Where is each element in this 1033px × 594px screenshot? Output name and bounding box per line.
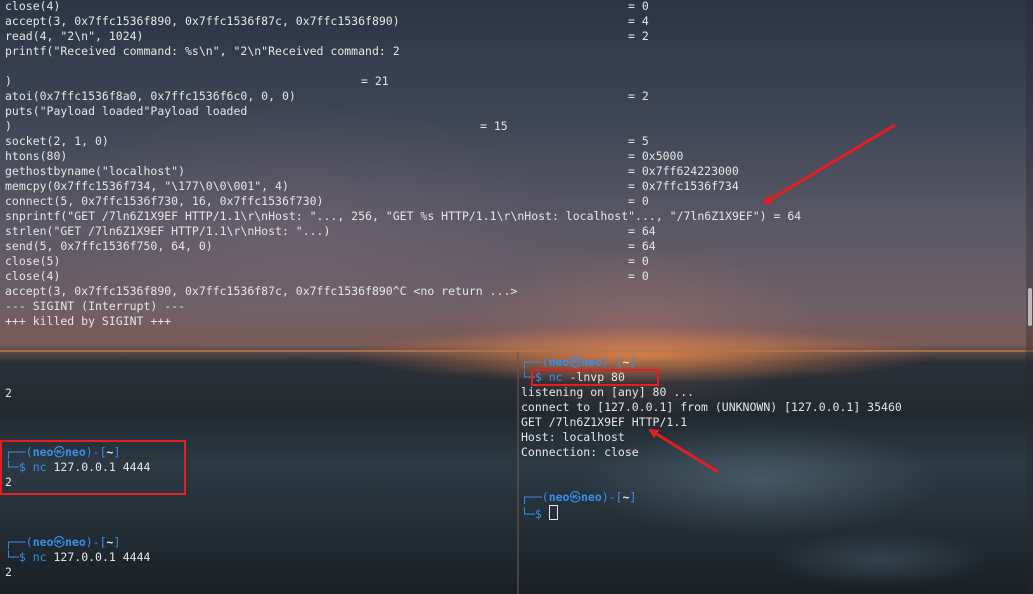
annotation-arrows bbox=[648, 123, 896, 474]
arrow-to-snprintf bbox=[762, 123, 896, 205]
arrow-to-get-request bbox=[648, 428, 719, 474]
